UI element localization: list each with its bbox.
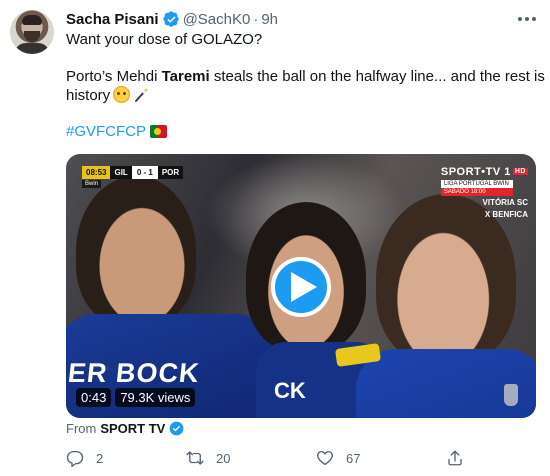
- avatar[interactable]: [10, 10, 54, 54]
- tweet-text-bold: Taremi: [161, 68, 210, 85]
- video-info: 0:43 79.3K views: [76, 388, 196, 407]
- heart-icon: [317, 450, 333, 466]
- retweet-icon: [186, 451, 204, 465]
- league-label: LIGA PORTUGAL BWIN: [440, 180, 513, 188]
- play-button[interactable]: [271, 257, 331, 317]
- source-name[interactable]: SPORT TV: [100, 421, 165, 436]
- author-name[interactable]: Sacha Pisani: [66, 11, 159, 28]
- broadcaster-logo-text: SPORT•TV: [440, 166, 501, 178]
- reply-icon: [66, 450, 84, 467]
- video-duration: 0:43: [76, 388, 112, 407]
- next-match-team2: X BENFICA: [484, 210, 528, 219]
- broadcaster-name: SPORT•TV 1 HD: [441, 166, 528, 178]
- more-icon[interactable]: [518, 10, 536, 28]
- source-prefix: From: [66, 421, 97, 436]
- avatar-beard: [24, 31, 40, 42]
- tweet-text-line-1: Want your dose of GOLAZO?: [66, 31, 263, 48]
- retweet-count: 20: [216, 450, 231, 466]
- trophy-watermark: [504, 384, 518, 406]
- video-source: From SPORT TV: [66, 421, 187, 436]
- avatar-hair: [22, 15, 42, 25]
- scorebug-time: 08:53: [82, 166, 111, 179]
- player-left-head: [76, 176, 196, 326]
- hd-badge: HD: [512, 168, 528, 175]
- action-bar: 2 20 67: [66, 449, 536, 469]
- tweet-card[interactable]: Sacha Pisani @SachK0 · 9h Want your dose…: [0, 0, 550, 476]
- video-views: 79.3K views: [115, 388, 196, 407]
- verified-icon: [169, 421, 184, 436]
- reply-count: 2: [96, 450, 104, 466]
- broadcaster-logo: SPORT•TV 1 HD LIGA PORTUGAL BWIN SÁBADO 1…: [440, 166, 528, 220]
- tweet-text-line-3: history: [66, 86, 149, 106]
- retweet-button[interactable]: 20: [186, 449, 230, 467]
- verified-icon: [162, 10, 179, 27]
- reply-button[interactable]: 2: [66, 449, 103, 467]
- more-dot: [525, 17, 529, 21]
- tweet-text-part: history: [66, 87, 111, 104]
- scorebug: 08:53 GIL 0 - 1 POR: [82, 166, 184, 179]
- next-match-team1: VITÓRIA SC: [482, 198, 528, 207]
- share-button[interactable]: [446, 449, 464, 467]
- like-count: 67: [346, 450, 361, 466]
- broadcaster-channel: 1: [504, 166, 511, 178]
- separator-dot: ·: [253, 10, 259, 28]
- tweet-text-part: steals the ball on the halfway line... a…: [209, 68, 545, 85]
- hashtag-line: #GVFCFCP: [66, 122, 168, 142]
- magic-wand-emoji: [135, 88, 149, 102]
- author-handle[interactable]: @SachK0: [183, 11, 251, 28]
- tweet-header: Sacha Pisani @SachK0 · 9h: [66, 9, 278, 29]
- shirt-sponsor-text: ER BOCK: [66, 358, 202, 388]
- slot-label: SÁBADO 18:00: [440, 188, 513, 196]
- tweet-text-part: Porto’s Mehdi: [66, 68, 162, 85]
- scorebug-home: GIL: [110, 166, 132, 179]
- timestamp[interactable]: 9h: [261, 11, 278, 28]
- more-dot: [532, 17, 536, 21]
- flushed-emoji: [113, 86, 131, 103]
- scorebug-away: POR: [157, 166, 184, 179]
- like-button[interactable]: 67: [316, 449, 360, 467]
- avatar-shirt: [14, 43, 50, 54]
- play-icon: [290, 272, 317, 302]
- video-player[interactable]: ER BOCK CK 08:53 GIL 0 - 1 POR Bwin SPOR…: [66, 154, 536, 418]
- hashtag-link[interactable]: #GVFCFCP: [66, 123, 146, 140]
- share-icon: [448, 450, 462, 466]
- scorebug-sponsor: Bwin: [82, 180, 102, 188]
- more-dot: [518, 17, 522, 21]
- shirt-sponsor-text: CK: [274, 378, 306, 403]
- scorebug-score: 0 - 1: [131, 166, 158, 179]
- portugal-flag: [150, 125, 168, 138]
- tweet-text-line-2: Porto’s Mehdi Taremi steals the ball on …: [66, 67, 545, 87]
